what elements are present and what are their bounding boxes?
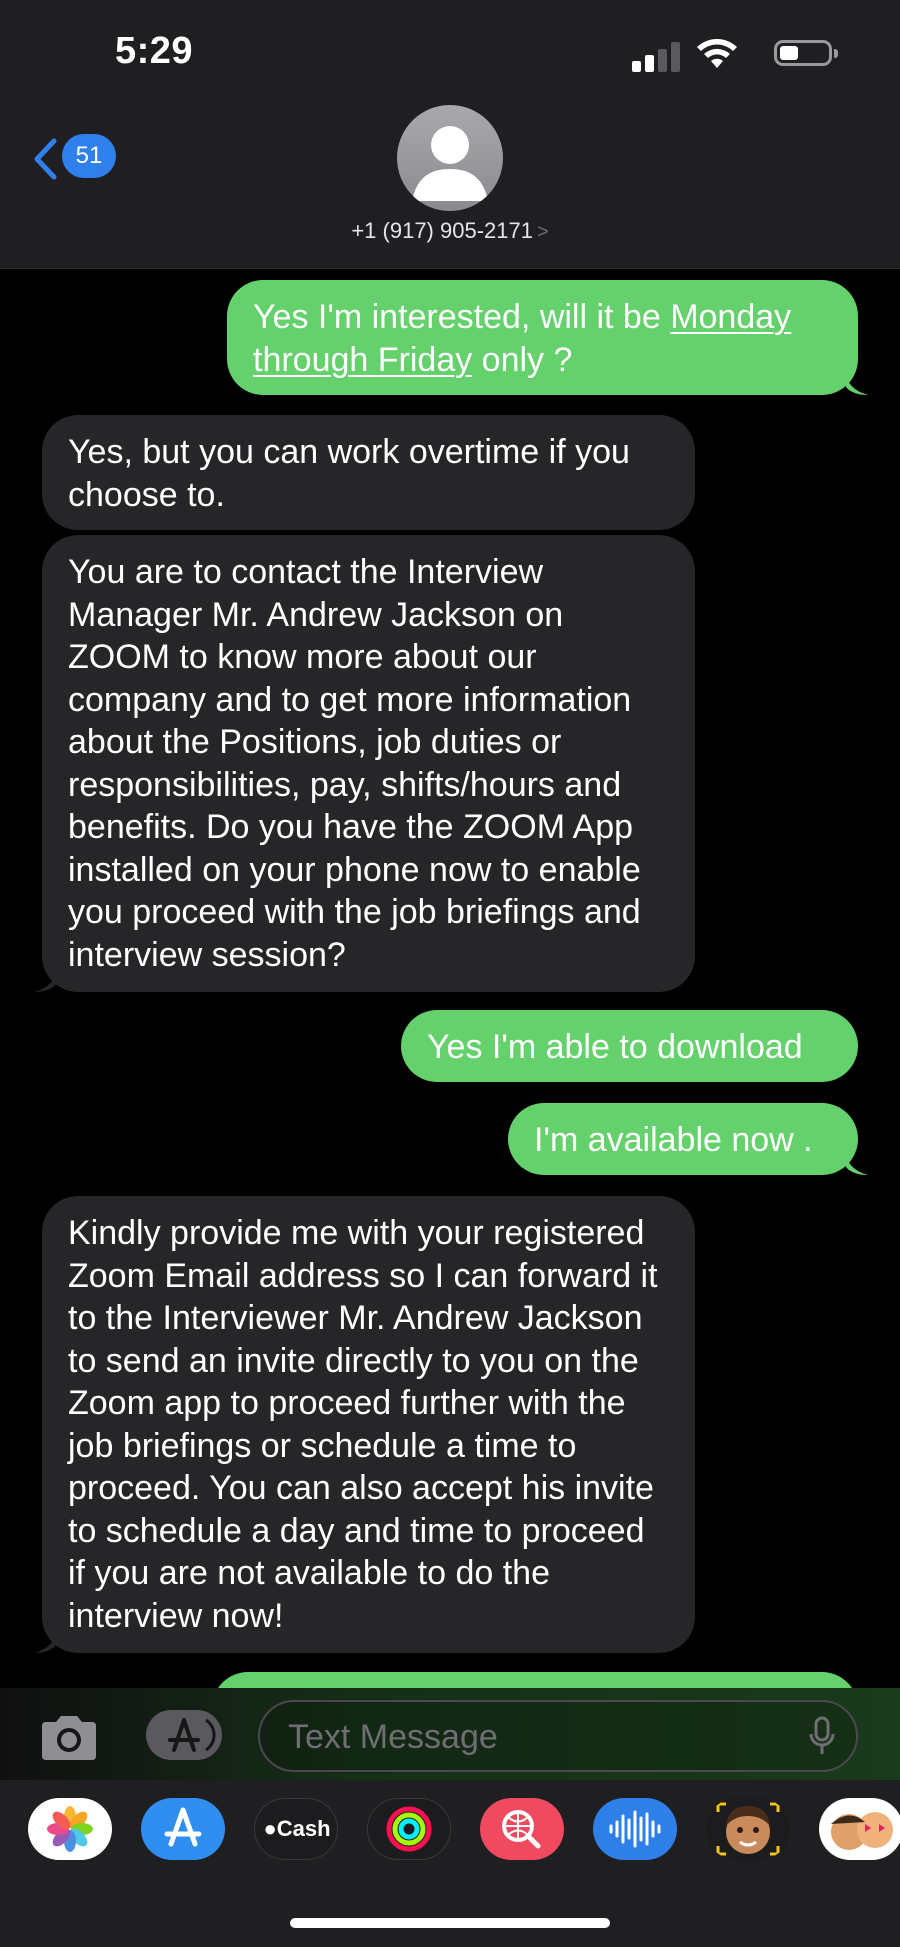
memoji-app-button[interactable]	[706, 1798, 790, 1860]
conversation-header: 5:29 51 +1 (917) 905-2171 >	[0, 0, 900, 269]
audio-waveform-icon	[609, 1810, 661, 1848]
input-placeholder: Text Message	[288, 1718, 498, 1756]
memoji-icon	[716, 1802, 780, 1856]
text-message-input[interactable]: Text Message	[258, 1700, 858, 1772]
apple-cash-icon: ●Cash	[263, 1816, 331, 1841]
app-store-icon	[168, 1718, 216, 1752]
wifi-icon	[697, 39, 737, 68]
person-silhouette-icon	[412, 126, 488, 201]
received-message-bubble[interactable]: Kindly provide me with your registered Z…	[42, 1196, 695, 1653]
memoji-stickers-app-button[interactable]	[819, 1798, 900, 1860]
battery-icon	[774, 40, 838, 66]
cellular-signal-icon	[632, 42, 682, 72]
photos-icon	[47, 1806, 93, 1852]
activity-app-button[interactable]	[367, 1798, 451, 1860]
sent-message-bubble[interactable]: Yes I'm interested, will it be Monday thr…	[227, 280, 858, 395]
bubble-tail	[846, 1151, 868, 1175]
date-link[interactable]: Monday	[670, 298, 791, 336]
bubble-tail	[34, 968, 56, 992]
bubble-tail	[846, 371, 868, 395]
chevron-left-icon	[34, 138, 57, 180]
date-link[interactable]: through Friday	[253, 341, 472, 379]
contact-number: +1 (917) 905-2171	[351, 218, 533, 243]
sent-message-bubble[interactable]: I'm available now .	[508, 1103, 858, 1175]
image-search-icon	[502, 1810, 541, 1849]
audio-message-app-button[interactable]	[593, 1798, 677, 1860]
image-search-app-button[interactable]	[480, 1798, 564, 1860]
memoji-stickers-icon	[831, 1812, 893, 1850]
unread-count-badge: 51	[62, 134, 116, 178]
received-message-bubble[interactable]: You are to contact the Interview Manager…	[42, 535, 695, 992]
chevron-right-icon: >	[536, 221, 549, 243]
contact-avatar[interactable]	[397, 105, 503, 211]
bubble-tail	[34, 1629, 56, 1653]
home-indicator[interactable]	[290, 1918, 610, 1928]
app-store-app-button[interactable]	[141, 1798, 225, 1860]
status-time: 5:29	[115, 30, 194, 72]
app-store-drawer-button[interactable]	[146, 1710, 222, 1760]
sent-message-bubble[interactable]: Yes I'm able to download	[401, 1010, 858, 1082]
message-composer: Text Message	[0, 1688, 900, 1780]
back-button[interactable]: 51	[32, 134, 122, 182]
microphone-icon[interactable]	[808, 1716, 836, 1756]
status-indicators	[622, 36, 838, 72]
activity-rings-icon	[386, 1806, 432, 1852]
apple-cash-app-button[interactable]: ●Cash	[254, 1798, 338, 1860]
photos-app-button[interactable]	[28, 1798, 112, 1860]
camera-icon[interactable]	[38, 1714, 100, 1762]
received-message-bubble[interactable]: Yes, but you can work overtime if you ch…	[42, 415, 695, 530]
app-store-icon	[164, 1807, 202, 1847]
contact-name-button[interactable]: +1 (917) 905-2171 >	[0, 218, 900, 244]
